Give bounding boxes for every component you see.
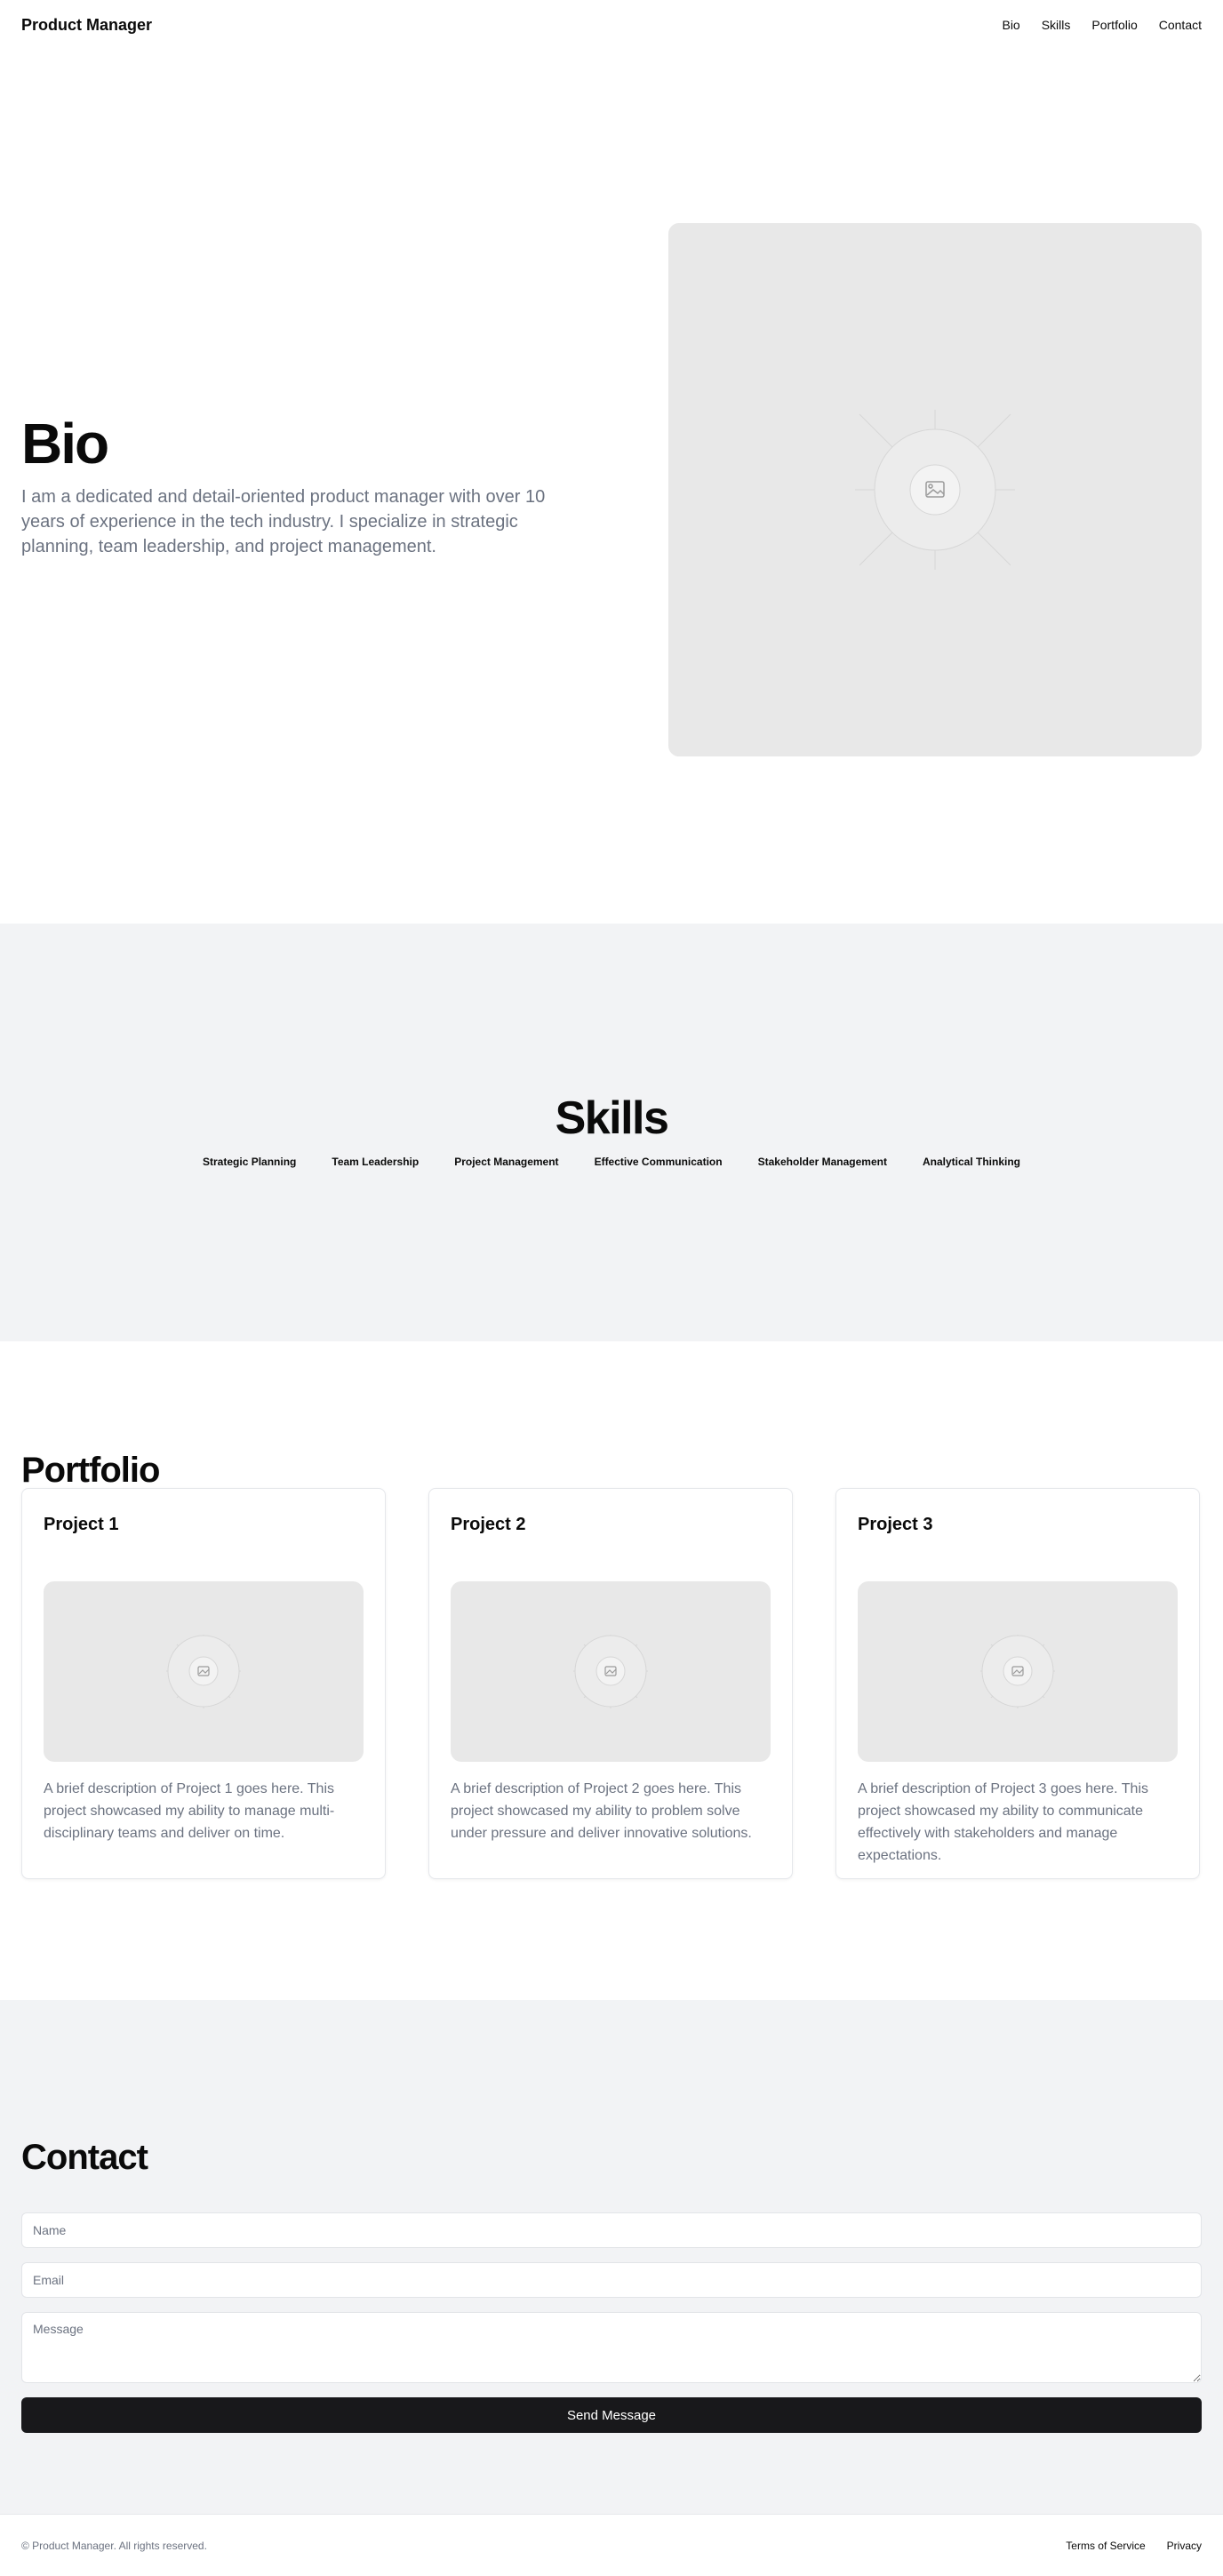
bio-section: Bio I am a dedicated and detail-oriented…: [0, 50, 1223, 924]
nav-link-contact[interactable]: Contact: [1159, 18, 1202, 32]
project-description: A brief description of Project 2 goes he…: [451, 1781, 752, 1841]
site-header: Product Manager Bio Skills Portfolio Con…: [0, 0, 1223, 50]
site-footer: © Product Manager. All rights reserved. …: [0, 2514, 1223, 2576]
email-input[interactable]: [21, 2262, 1202, 2298]
project-image: [451, 1581, 771, 1762]
portfolio-title: Portfolio: [21, 1451, 160, 1490]
skill-chip: Analytical Thinking: [915, 1150, 1027, 1173]
project-card: Project 2 A brief description of Project…: [428, 1488, 793, 1879]
bio-description: I am a dedicated and detail-oriented pro…: [21, 487, 546, 557]
project-cards: Project 1 A brief description of Project…: [21, 1488, 1202, 1879]
terms-of-service-link[interactable]: Terms of Service: [1066, 2540, 1145, 2552]
send-message-button[interactable]: Send Message: [21, 2397, 1202, 2433]
skill-chip: Strategic Planning: [196, 1150, 304, 1173]
bio-text: Bio I am a dedicated and detail-oriented…: [21, 411, 555, 559]
image-placeholder-icon: [855, 409, 1015, 570]
copyright-text: © Product Manager. All rights reserved.: [21, 2539, 207, 2552]
name-input[interactable]: [21, 2212, 1202, 2248]
message-textarea[interactable]: [21, 2312, 1202, 2383]
project-card: Project 3 A brief description of Project…: [835, 1488, 1200, 1879]
project-card: Project 1 A brief description of Project…: [21, 1488, 386, 1879]
skill-chip: Project Management: [447, 1150, 566, 1173]
project-title: Project 1: [44, 1515, 119, 1534]
skills-title: Skills: [555, 1092, 669, 1144]
project-description: A brief description of Project 3 goes he…: [858, 1781, 1148, 1863]
image-placeholder-icon: [980, 1635, 1055, 1708]
contact-section: Contact Send Message: [0, 2000, 1223, 2514]
skills-list: Strategic Planning Team Leadership Proje…: [196, 1150, 1027, 1173]
bio-image: [668, 222, 1202, 756]
image-placeholder-icon: [166, 1635, 241, 1708]
contact-form: Send Message: [21, 2212, 1202, 2433]
skill-chip: Effective Communication: [587, 1150, 730, 1173]
project-description: A brief description of Project 1 goes he…: [44, 1781, 335, 1841]
brand-logo[interactable]: Product Manager: [21, 16, 152, 35]
contact-title: Contact: [21, 2138, 148, 2177]
project-image: [858, 1581, 1178, 1762]
skills-section: Skills Strategic Planning Team Leadershi…: [0, 924, 1223, 1341]
nav-link-skills[interactable]: Skills: [1042, 18, 1071, 32]
project-title: Project 3: [858, 1515, 933, 1534]
image-placeholder-icon: [573, 1635, 648, 1708]
skill-chip: Stakeholder Management: [750, 1150, 894, 1173]
nav-link-bio[interactable]: Bio: [1002, 18, 1019, 32]
footer-links: Terms of Service Privacy: [1066, 2540, 1202, 2552]
bio-title: Bio: [21, 411, 109, 476]
privacy-link[interactable]: Privacy: [1167, 2540, 1202, 2552]
portfolio-section: Portfolio Project 1 A brief description …: [0, 1341, 1223, 2000]
main-nav: Bio Skills Portfolio Contact: [1002, 18, 1202, 32]
project-image: [44, 1581, 364, 1762]
nav-link-portfolio[interactable]: Portfolio: [1091, 18, 1137, 32]
project-title: Project 2: [451, 1515, 526, 1534]
skill-chip: Team Leadership: [324, 1150, 427, 1173]
